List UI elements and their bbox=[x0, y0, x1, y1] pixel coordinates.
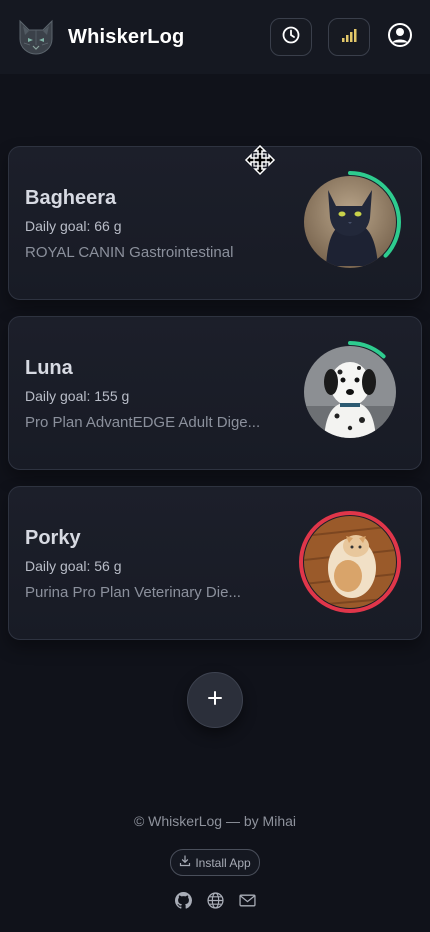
pet-info: Luna Daily goal: 155 g Pro Plan AdvantED… bbox=[25, 357, 285, 431]
pet-avatar-progress[interactable] bbox=[297, 509, 403, 615]
app-title: WhiskerLog bbox=[68, 25, 185, 48]
pet-card-porky[interactable]: Porky Daily goal: 56 g Purina Pro Plan V… bbox=[8, 486, 422, 640]
pet-food: ROYAL CANIN Gastrointestinal bbox=[25, 244, 234, 261]
pet-food: Pro Plan AdvantEDGE Adult Dige... bbox=[25, 414, 261, 431]
bar-chart-icon bbox=[339, 25, 359, 50]
pet-info: Porky Daily goal: 56 g Purina Pro Plan V… bbox=[25, 527, 285, 601]
history-button[interactable] bbox=[270, 18, 312, 56]
pet-card-luna[interactable]: Luna Daily goal: 155 g Pro Plan AdvantED… bbox=[8, 316, 422, 470]
pet-food: Purina Pro Plan Veterinary Die... bbox=[25, 584, 241, 601]
stats-button[interactable] bbox=[328, 18, 370, 56]
add-pet-button[interactable] bbox=[187, 672, 243, 728]
pet-photo bbox=[304, 516, 396, 608]
website-link[interactable] bbox=[206, 892, 224, 914]
pet-name: Luna bbox=[25, 357, 73, 379]
top-bar: WhiskerLog bbox=[0, 0, 430, 74]
pet-avatar-progress[interactable] bbox=[297, 169, 403, 275]
pet-photo bbox=[304, 176, 396, 268]
globe-icon bbox=[206, 892, 224, 914]
cat-logo-icon[interactable] bbox=[16, 17, 56, 57]
footer-copyright: © WhiskerLog — by Mihai bbox=[133, 813, 297, 829]
header-actions bbox=[270, 18, 414, 56]
pet-daily-goal: Daily goal: 155 g bbox=[25, 388, 130, 404]
pet-info: Bagheera Daily goal: 66 g ROYAL CANIN Ga… bbox=[25, 187, 285, 261]
install-app-button[interactable]: Install App bbox=[170, 849, 260, 876]
pet-photo bbox=[304, 346, 396, 438]
github-link[interactable] bbox=[174, 892, 192, 914]
download-icon bbox=[179, 855, 191, 870]
user-circle-icon bbox=[387, 22, 413, 53]
clock-icon bbox=[281, 25, 301, 50]
profile-button[interactable] bbox=[386, 22, 414, 53]
move-cursor-icon bbox=[243, 144, 276, 177]
github-icon bbox=[174, 892, 192, 914]
pet-name: Bagheera bbox=[25, 187, 117, 209]
pet-daily-goal: Daily goal: 66 g bbox=[25, 218, 122, 234]
mail-icon bbox=[238, 892, 256, 914]
email-link[interactable] bbox=[238, 894, 256, 912]
footer-links bbox=[0, 892, 430, 914]
pet-name: Porky bbox=[25, 527, 81, 549]
install-app-label: Install App bbox=[195, 855, 251, 870]
plus-icon bbox=[206, 689, 224, 712]
app-root: WhiskerLog Bagheera Daily goal: 66 g ROY… bbox=[0, 0, 430, 932]
pet-card-bagheera[interactable]: Bagheera Daily goal: 66 g ROYAL CANIN Ga… bbox=[8, 146, 422, 300]
pet-avatar-progress[interactable] bbox=[297, 339, 403, 445]
pet-daily-goal: Daily goal: 56 g bbox=[25, 558, 122, 574]
